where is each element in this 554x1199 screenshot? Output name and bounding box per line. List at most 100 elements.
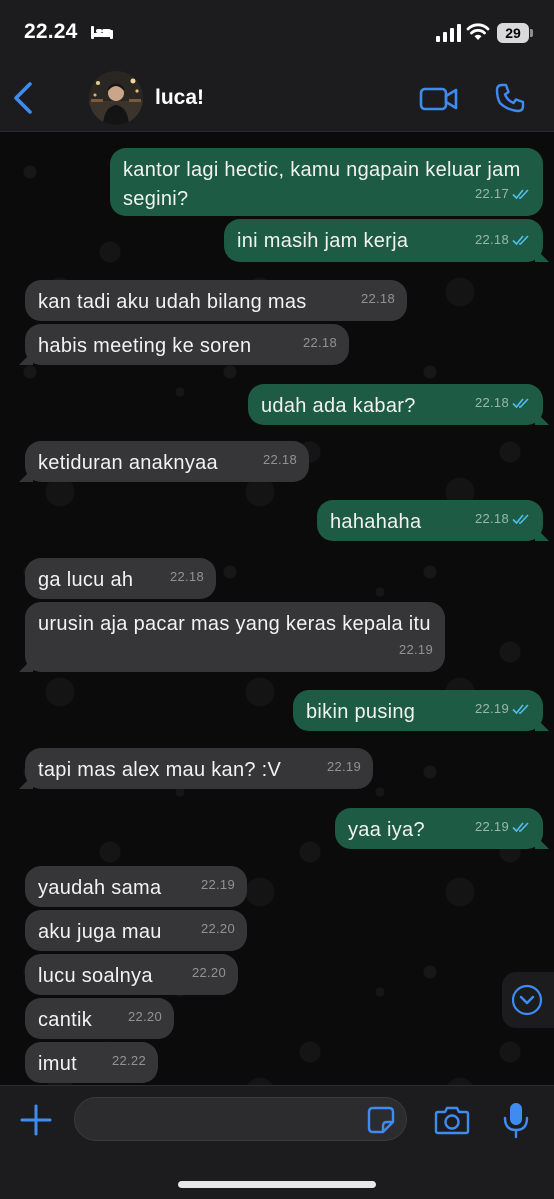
message-time: 22.18 [302, 335, 337, 350]
battery-level: 29 [497, 23, 529, 43]
message-outgoing[interactable]: hahahaha 22.18 [317, 500, 549, 541]
message-incoming[interactable]: kan tadi aku udah bilang mas 22.18 [25, 280, 407, 321]
message-text: yaa iya? [348, 819, 425, 841]
scroll-to-bottom-button[interactable] [502, 972, 554, 1028]
double-check-icon [512, 513, 529, 524]
message-meta: 22.19 [201, 870, 235, 899]
message-text: yaudah sama [38, 877, 162, 899]
message-text: aku juga mau [38, 921, 162, 943]
double-check-icon [512, 234, 529, 245]
message-incoming[interactable]: yaudah sama 22.19 [25, 866, 247, 907]
message-outgoing[interactable]: udah ada kabar? 22.18 [248, 384, 549, 425]
back-icon[interactable] [10, 80, 36, 116]
double-check-icon [512, 821, 529, 832]
contact-avatar[interactable] [89, 71, 143, 125]
message-meta: 22.19 [399, 635, 433, 664]
camera-icon[interactable] [434, 1104, 470, 1136]
message-incoming[interactable]: habis meeting ke soren 22.18 [19, 324, 349, 365]
message-meta: 22.19 [327, 752, 361, 781]
message-text: ga lucu ah [38, 569, 134, 591]
message-text: udah ada kabar? [261, 395, 416, 417]
chat-thread[interactable]: kantor lagi hectic, kamu ngapain keluar … [0, 132, 554, 1085]
message-time: 22.18 [474, 232, 509, 247]
message-text: cantik [38, 1009, 93, 1031]
message-incoming[interactable]: aku juga mau 22.20 [25, 910, 247, 951]
message-time: 22.19 [200, 877, 235, 892]
message-meta: 22.22 [112, 1046, 146, 1075]
video-call-icon[interactable] [419, 84, 459, 114]
message-text: habis meeting ke soren [38, 335, 252, 357]
plus-icon[interactable] [20, 1104, 52, 1136]
status-bar: 22.24 29 [0, 0, 554, 66]
battery-tip [530, 29, 533, 37]
message-incoming[interactable]: ga lucu ah 22.18 [25, 558, 216, 599]
bubble-tail [19, 351, 33, 365]
message-meta: 22.18 [170, 562, 204, 591]
message-meta: 22.19 [475, 812, 531, 841]
bubble-tail [535, 527, 549, 541]
message-time: 22.18 [360, 291, 395, 306]
bubble-tail [19, 658, 33, 672]
message-incoming[interactable]: cantik 22.20 [25, 998, 174, 1039]
message-time: 22.17 [474, 186, 509, 201]
message-time: 22.18 [474, 395, 509, 410]
microphone-icon[interactable] [503, 1101, 529, 1139]
message-meta: 22.20 [192, 958, 226, 987]
avatar-image [89, 71, 143, 125]
message-meta: 22.18 [475, 388, 531, 417]
phone-call-icon[interactable] [494, 82, 526, 114]
message-meta: 22.18 [361, 284, 395, 313]
contact-name[interactable]: luca! [155, 86, 204, 110]
message-meta: 22.18 [303, 328, 337, 357]
message-time: 22.20 [127, 1009, 162, 1024]
status-time: 22.24 [24, 20, 78, 43]
message-text: tapi mas alex mau kan? :V [38, 759, 282, 781]
message-time: 22.19 [474, 701, 509, 716]
message-meta: 22.19 [475, 694, 531, 723]
message-time: 22.18 [262, 452, 297, 467]
message-text: urusin aja pacar mas yang keras kepala i… [38, 613, 431, 635]
message-text: imut [38, 1053, 77, 1075]
message-time: 22.20 [200, 921, 235, 936]
message-time: 22.20 [191, 965, 226, 980]
bubble-tail [19, 468, 33, 482]
message-text: ini masih jam kerja [237, 230, 409, 252]
message-time: 22.19 [326, 759, 361, 774]
message-text: kantor lagi hectic, kamu ngapain keluar … [123, 159, 521, 210]
message-text: ketiduran anaknyaa [38, 452, 218, 474]
message-outgoing[interactable]: bikin pusing 22.19 [293, 690, 549, 731]
message-time: 22.19 [398, 642, 433, 657]
message-incoming[interactable]: ketiduran anaknyaa 22.18 [19, 441, 309, 482]
message-outgoing[interactable]: ini masih jam kerja 22.18 [224, 219, 549, 262]
message-incoming[interactable]: lucu soalnya 22.20 [25, 954, 238, 995]
message-meta: 22.17 [475, 179, 531, 208]
signal-icon [436, 24, 461, 42]
message-input[interactable] [74, 1097, 407, 1141]
double-check-icon [512, 703, 529, 714]
message-incoming[interactable]: tapi mas alex mau kan? :V 22.19 [19, 748, 373, 789]
double-check-icon [512, 397, 529, 408]
wifi-icon [466, 23, 490, 40]
message-meta: 22.18 [475, 504, 531, 533]
message-outgoing[interactable]: kantor lagi hectic, kamu ngapain keluar … [110, 148, 543, 216]
sticker-icon[interactable] [367, 1106, 395, 1134]
message-incoming[interactable]: urusin aja pacar mas yang keras kepala i… [19, 602, 445, 672]
message-text: hahahaha [330, 511, 422, 533]
chat-header: luca! [0, 66, 554, 132]
message-meta: 22.18 [475, 225, 531, 254]
composer-bar [0, 1085, 554, 1199]
message-meta: 22.20 [128, 1002, 162, 1031]
bubble-tail [19, 775, 33, 789]
bubble-tail [535, 248, 549, 262]
message-outgoing[interactable]: yaa iya? 22.19 [335, 808, 549, 849]
message-incoming[interactable]: imut 22.22 [25, 1042, 158, 1083]
bubble-tail [535, 835, 549, 849]
message-meta: 22.18 [263, 445, 297, 474]
message-time: 22.19 [474, 819, 509, 834]
message-time: 22.18 [169, 569, 204, 584]
chevron-down-icon [511, 984, 543, 1016]
double-check-icon [512, 188, 529, 199]
message-text: bikin pusing [306, 701, 416, 723]
bubble-tail [535, 717, 549, 731]
message-time: 22.18 [474, 511, 509, 526]
